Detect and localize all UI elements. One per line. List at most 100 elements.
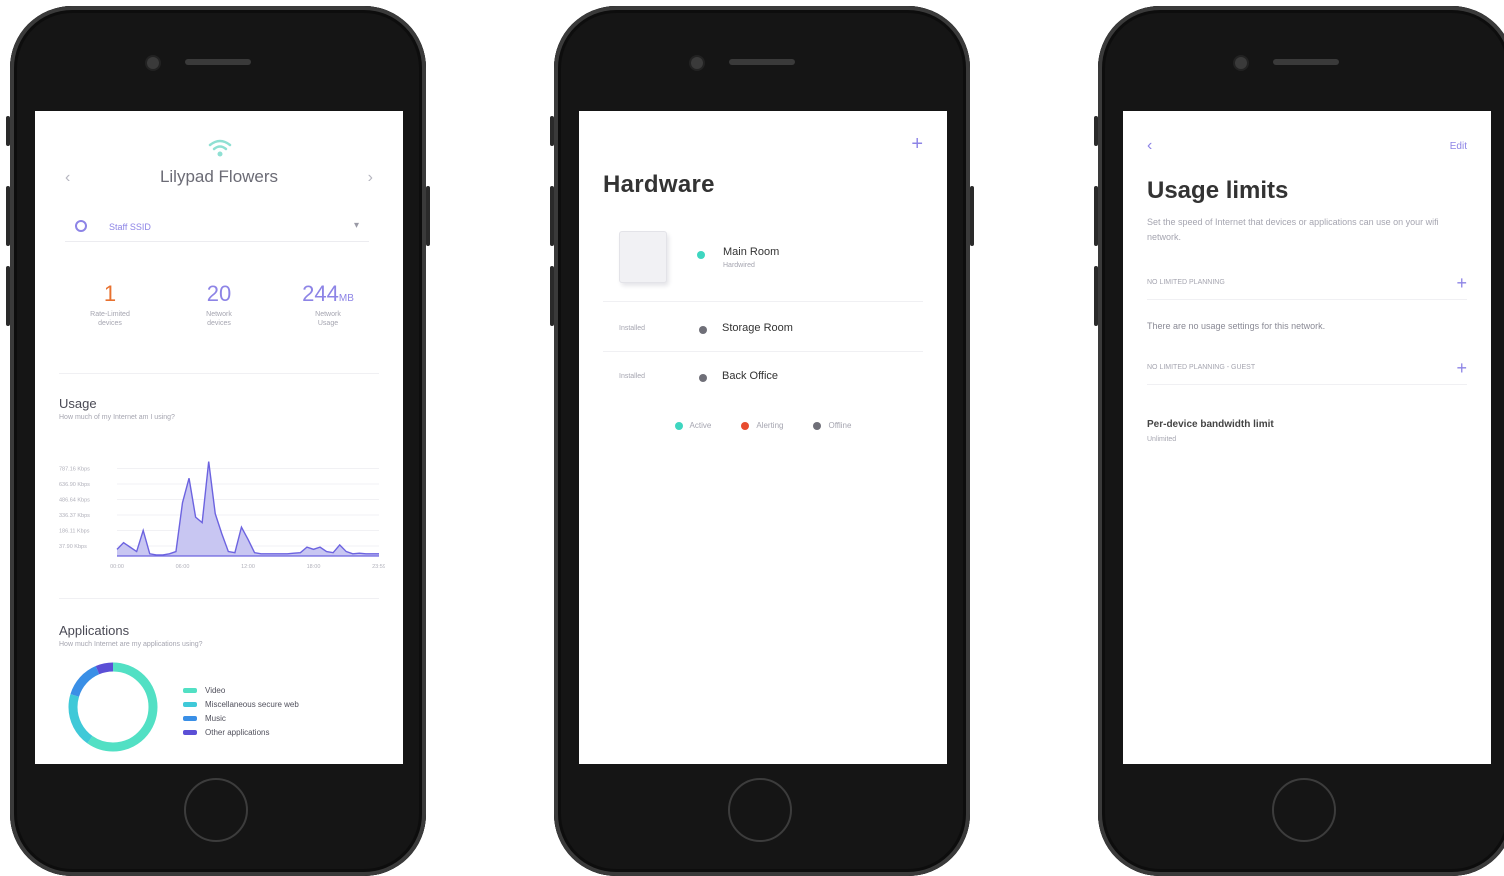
usage-chart-svg: 37.90 Kbps 186.11 Kbps 336.37 Kbps 486.64 K… (59, 461, 386, 570)
x-tick-label: 23:59 (372, 564, 385, 570)
status-dot-active (674, 421, 683, 430)
earpiece-speaker (185, 59, 251, 65)
chevron-right-icon[interactable]: › (368, 169, 373, 187)
side-button (1094, 116, 1098, 146)
phone-frame-2: + Hardware Main Room Hardwired Installed… (550, 6, 974, 876)
hardware-prefix: Installed (619, 325, 646, 332)
side-button (1094, 186, 1098, 246)
legend-item: Other applications (183, 725, 299, 739)
network-title: Lilypad Flowers (159, 167, 279, 186)
page-title: Usage limits (1147, 177, 1289, 204)
y-tick-label: 186.11 Kbps (59, 529, 90, 535)
side-button (6, 186, 10, 246)
hardware-prefix: Installed (619, 373, 646, 380)
screen-hardware: + Hardware Main Room Hardwired Installed… (579, 111, 947, 764)
stat-network-usage[interactable]: 244MB Network Usage (283, 281, 373, 328)
divider (59, 598, 379, 599)
plus-icon[interactable]: + (911, 133, 923, 156)
side-button (426, 186, 430, 246)
chevron-left-icon[interactable]: ‹ (1147, 137, 1152, 155)
status-dot-alerting (741, 421, 750, 430)
earpiece-speaker (729, 59, 795, 65)
front-camera (1235, 57, 1247, 69)
legend-offline: Offline (813, 421, 851, 430)
y-tick-label: 787.16 Kbps (59, 467, 90, 473)
stat-label: Rate-Limited devices (90, 311, 130, 327)
side-button (6, 266, 10, 326)
stat-value: 1 (103, 281, 117, 306)
usage-line (116, 461, 379, 556)
plus-icon[interactable]: + (1456, 273, 1467, 294)
applications-legend: Video Miscellaneous secure web Music Oth… (183, 683, 299, 739)
bandwidth-limit-title[interactable]: Per-device bandwidth limit (1147, 419, 1274, 430)
stat-rate-limited[interactable]: 1 Rate-Limited devices (65, 281, 155, 328)
hardware-sub: Hardwired (723, 262, 755, 269)
usage-chart: 37.90 Kbps 186.11 Kbps 336.37 Kbps 486.64 K… (55, 446, 386, 576)
home-button[interactable] (728, 778, 792, 842)
legend-item: Video (183, 683, 299, 697)
page-description: Set the speed of Internet that devices o… (1147, 217, 1439, 242)
legend-active: Active (674, 421, 711, 430)
clock-icon (75, 220, 87, 232)
screen-network-overview: ‹ Lilypad Flowers › Staff SSID ▾ 1 Rate-… (35, 111, 403, 764)
side-button (550, 186, 554, 246)
home-button[interactable] (1272, 778, 1336, 842)
y-tick-label: 486.64 Kbps (59, 498, 90, 504)
x-tick-label: 00:00 (110, 564, 124, 570)
stat-network-devices[interactable]: 20 Network devices (174, 281, 264, 328)
hardware-name: Back Office (722, 370, 779, 382)
applications-donut-chart (68, 662, 158, 752)
empty-state-text: There are no usage settings for this net… (1147, 321, 1326, 331)
network-select[interactable]: Staff SSID ▾ (65, 213, 369, 242)
legend-swatch (183, 729, 197, 735)
legend-swatch (183, 715, 197, 721)
phone-frame-3: ‹ Edit Usage limits Set the speed of Int… (1094, 6, 1504, 876)
divider (603, 301, 923, 302)
front-camera (147, 57, 159, 69)
front-camera (691, 57, 703, 69)
status-dot-offline (699, 326, 707, 334)
limit-row[interactable]: NO LIMITED PLANNING + (1147, 271, 1467, 300)
hardware-name: Storage Room (722, 322, 793, 334)
stat-label: Network Usage (315, 311, 341, 327)
status-legend: Active Alerting Offline (579, 421, 947, 430)
limit-row-label: NO LIMITED PLANNING - GUEST (1147, 364, 1256, 371)
applications-title: Applications (59, 623, 130, 638)
chevron-down-icon: ▾ (353, 220, 359, 231)
side-button (6, 116, 10, 146)
hardware-item-storage-room[interactable]: Installed Storage Room (603, 316, 923, 346)
y-tick-label: 636.90 Kbps (59, 482, 90, 488)
wifi-icon (208, 139, 232, 157)
y-tick-label: 37.90 Kbps (59, 544, 87, 550)
plus-icon[interactable]: + (1456, 358, 1467, 379)
legend-item: Miscellaneous secure web (183, 697, 299, 711)
legend-swatch (183, 701, 197, 707)
side-button (1094, 266, 1098, 326)
divider (603, 351, 923, 352)
limit-row[interactable]: NO LIMITED PLANNING - GUEST + (1147, 356, 1467, 385)
usage-area (117, 461, 379, 556)
screen-usage-limits: ‹ Edit Usage limits Set the speed of Int… (1123, 111, 1491, 764)
status-dot-offline (699, 374, 707, 382)
device-image (619, 231, 667, 283)
hardware-item-main-room[interactable]: Main Room Hardwired (697, 241, 917, 281)
home-button[interactable] (184, 778, 248, 842)
stat-value: 20 (206, 281, 232, 306)
legend-alerting: Alerting (741, 421, 783, 430)
y-tick-label: 336.37 Kbps (59, 513, 90, 519)
edit-button[interactable]: Edit (1450, 141, 1467, 152)
earpiece-speaker (1273, 59, 1339, 65)
status-dot-active (697, 251, 705, 259)
legend-item: Music (183, 711, 299, 725)
hardware-item-back-office[interactable]: Installed Back Office (603, 364, 923, 394)
x-tick-label: 12:00 (241, 564, 255, 570)
x-tick-label: 18:00 (307, 564, 321, 570)
hardware-name: Main Room (723, 246, 780, 258)
side-button (550, 266, 554, 326)
stat-value: 244MB (302, 281, 354, 306)
applications-subtitle: How much Internet are my applications us… (59, 641, 203, 648)
bandwidth-limit-value: Unlimited (1147, 436, 1177, 443)
x-tick-label: 06:00 (176, 564, 190, 570)
network-select-value: Staff SSID (109, 222, 151, 232)
side-button (970, 186, 974, 246)
